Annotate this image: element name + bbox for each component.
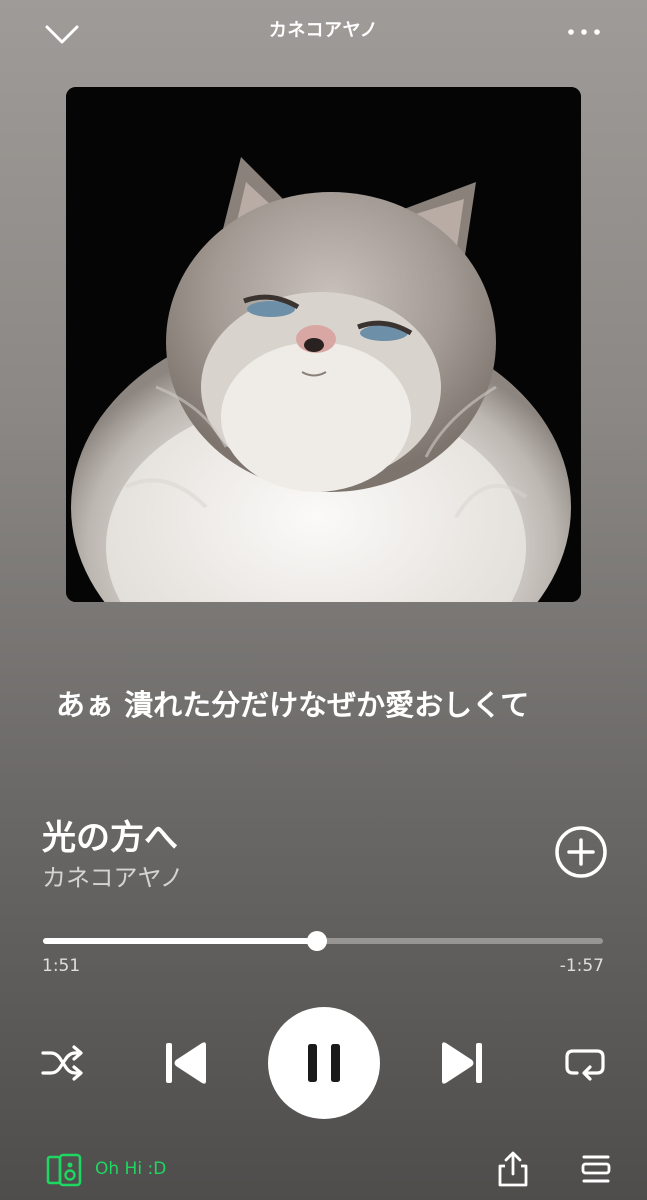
progress-bar[interactable] [43,931,603,951]
skip-next-icon[interactable] [440,1040,484,1086]
queue-icon[interactable] [578,1152,614,1186]
progress-handle[interactable] [306,931,327,951]
track-title[interactable]: 光の方へ [42,810,178,859]
pause-button[interactable] [268,1007,380,1119]
repeat-icon[interactable] [563,1043,607,1083]
elapsed-time: 1:51 [42,956,81,976]
share-icon[interactable] [495,1150,531,1188]
device-name[interactable]: Oh Hi :D [95,1159,166,1179]
remaining-time: -1:57 [559,956,604,976]
shuffle-icon[interactable] [40,1043,84,1083]
more-options-icon[interactable] [560,20,604,44]
lyrics-line[interactable]: あぁ 潰れた分だけなぜか愛おしくて [56,682,616,724]
context-title: カネコアヤノ [268,20,379,41]
pause-icon [308,1044,340,1082]
skip-previous-icon[interactable] [164,1040,208,1086]
album-artwork [66,87,581,602]
connect-device-icon[interactable] [46,1153,82,1187]
track-artist[interactable]: カネコアヤノ [42,858,184,893]
progress-fill [43,938,317,944]
plus-circle-icon[interactable] [554,825,608,879]
cat-artwork-image [66,87,581,602]
